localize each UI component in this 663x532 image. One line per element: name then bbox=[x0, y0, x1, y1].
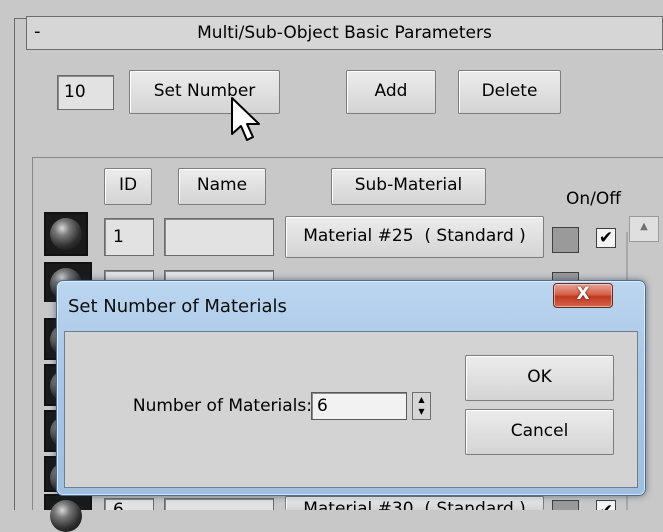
scroll-up-icon[interactable]: ▲ bbox=[629, 216, 659, 242]
name-column-header[interactable]: Name bbox=[178, 168, 266, 205]
material-preview-sphere-icon[interactable] bbox=[44, 494, 92, 532]
spin-up-icon[interactable]: ▲ bbox=[416, 394, 427, 406]
id-column-header[interactable]: ID bbox=[104, 168, 152, 205]
list-row-1 bbox=[44, 212, 92, 260]
row-1-id-field[interactable]: 1 bbox=[104, 218, 154, 256]
close-icon[interactable]: X bbox=[553, 282, 613, 307]
on-off-column-header: On/Off bbox=[566, 189, 621, 209]
number-of-materials-input[interactable]: 6 bbox=[311, 392, 407, 420]
row-7-color-swatch[interactable] bbox=[552, 500, 579, 510]
delete-button[interactable]: Delete bbox=[458, 70, 561, 114]
rollout-title: Multi/Sub-Object Basic Parameters bbox=[197, 23, 492, 43]
row-7-sub-material-button[interactable]: Material #30 ( Standard ) bbox=[285, 496, 544, 510]
row-1-sub-material-button[interactable]: Material #25 ( Standard ) bbox=[285, 216, 544, 258]
mouse-cursor-icon bbox=[231, 97, 260, 141]
dialog-title: Set Number of Materials bbox=[68, 296, 287, 317]
number-of-materials-label: Number of Materials: bbox=[132, 396, 312, 416]
row-7-enable-checkbox[interactable]: ✔ bbox=[596, 500, 616, 510]
ok-button[interactable]: OK bbox=[465, 355, 614, 401]
row-1-name-field[interactable] bbox=[164, 218, 274, 256]
cancel-button[interactable]: Cancel bbox=[465, 409, 614, 455]
row-1-color-swatch[interactable] bbox=[552, 227, 579, 253]
add-button[interactable]: Add bbox=[346, 70, 436, 114]
row-7-id-field[interactable]: 6 bbox=[104, 498, 154, 510]
material-preview-sphere-icon[interactable] bbox=[44, 212, 88, 256]
row-7-name-field[interactable] bbox=[164, 498, 274, 510]
collapse-icon[interactable]: - bbox=[34, 16, 50, 50]
spin-down-icon[interactable]: ▼ bbox=[416, 406, 427, 418]
sub-material-column-header[interactable]: Sub-Material bbox=[331, 168, 486, 205]
material-count-field[interactable]: 10 bbox=[57, 75, 114, 110]
row-1-enable-checkbox[interactable]: ✔ bbox=[596, 228, 616, 248]
